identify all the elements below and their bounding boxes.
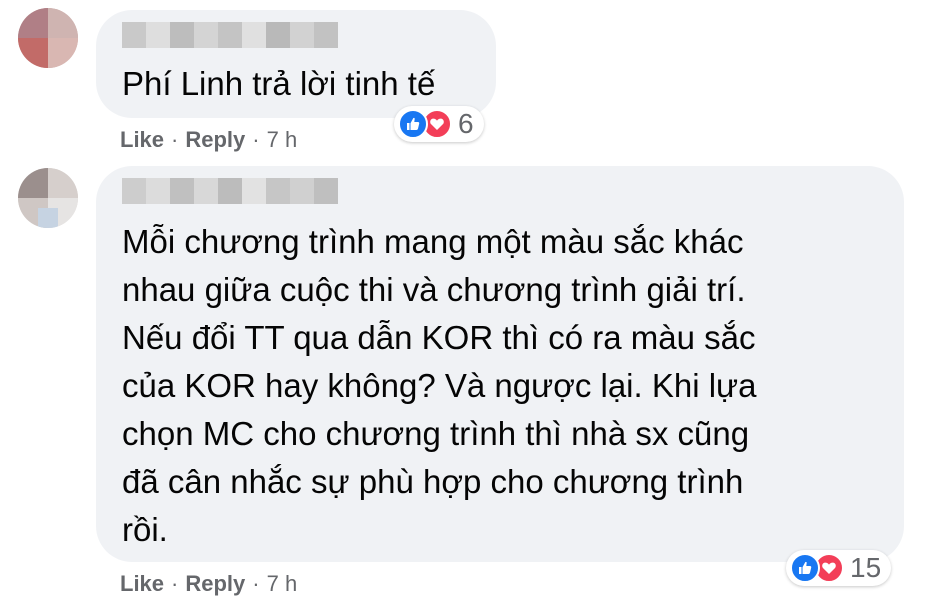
avatar[interactable] [18,168,78,228]
comment-text: Mỗi chương trình mang một màu sắc khác n… [122,223,757,548]
reply-link[interactable]: Reply [185,570,245,598]
separator: · [252,571,260,596]
like-icon [790,553,820,583]
avatar[interactable] [18,8,78,68]
comment-actions: Like · Reply · 7 h [120,570,297,598]
reactions-badge[interactable]: 15 [786,550,892,586]
timestamp[interactable]: 7 h [267,126,298,154]
reaction-count: 15 [850,552,882,583]
author-name-blurred[interactable] [122,178,338,204]
reply-link[interactable]: Reply [185,126,245,154]
like-icon [398,109,428,139]
reactions-badge[interactable]: 6 [394,106,484,142]
reaction-count: 6 [458,108,474,139]
separator: · [171,127,179,152]
separator: · [171,571,179,596]
comment-actions: Like · Reply · 7 h [120,126,297,154]
timestamp[interactable]: 7 h [267,570,298,598]
comment-text: Phí Linh trả lời tinh tế [122,65,436,102]
separator: · [252,127,260,152]
like-link[interactable]: Like [120,126,164,154]
like-link[interactable]: Like [120,570,164,598]
author-name-blurred[interactable] [122,22,338,48]
